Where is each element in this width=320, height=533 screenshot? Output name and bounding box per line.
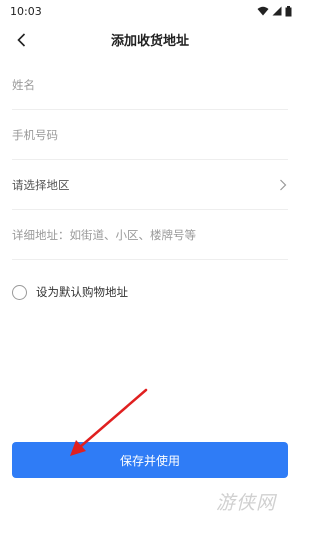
address-form: 请选择地区	[12, 60, 288, 260]
header: 添加收货地址	[0, 22, 300, 58]
chevron-right-icon	[280, 179, 287, 190]
signal-icon	[272, 6, 282, 16]
detail-address-input[interactable]	[12, 227, 252, 242]
status-icons	[257, 5, 292, 17]
phone-input[interactable]	[12, 127, 252, 142]
name-input[interactable]	[12, 77, 252, 92]
watermark-logo: 游侠网	[216, 492, 277, 514]
status-bar: 10:03	[0, 0, 300, 22]
region-selector[interactable]: 请选择地区	[12, 160, 288, 210]
detail-address-row	[12, 210, 288, 260]
battery-icon	[285, 5, 292, 16]
page-title: 添加收货地址	[110, 34, 189, 49]
wifi-icon	[257, 6, 269, 16]
phone-row	[12, 110, 288, 160]
save-and-use-button[interactable]: 保存并使用	[12, 442, 288, 478]
default-address-label: 设为默认购物地址	[36, 285, 128, 299]
status-time: 10:03	[10, 4, 42, 18]
name-row	[12, 60, 288, 110]
region-label: 请选择地区	[12, 177, 70, 192]
default-address-radio[interactable]	[12, 284, 27, 300]
default-address-toggle[interactable]: 设为默认购物地址	[12, 284, 128, 300]
